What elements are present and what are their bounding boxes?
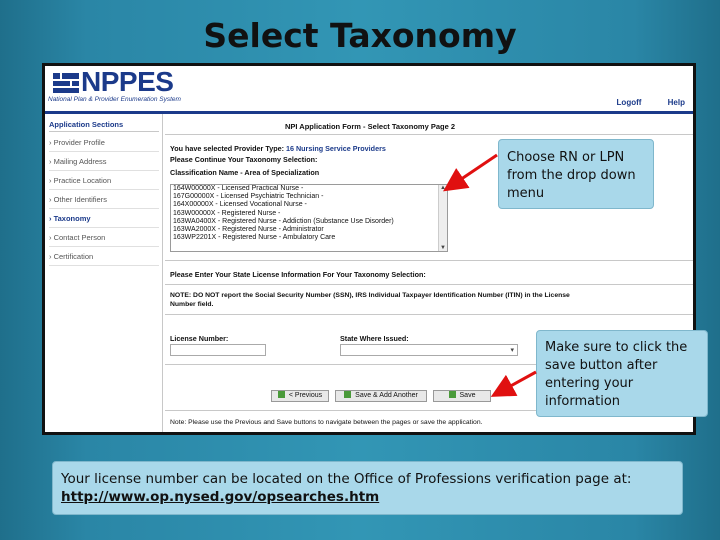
continue-text: Please Continue Your Taxonomy Selection:: [170, 155, 318, 164]
sidebar-divider: [49, 131, 159, 132]
provider-type-line: You have selected Provider Type: 16 Nurs…: [170, 144, 386, 153]
sidebar-item-label: Certification: [53, 252, 94, 261]
taxonomy-option[interactable]: 164W00000X - Licensed Practical Nurse -: [171, 185, 447, 193]
save-button[interactable]: Save: [433, 390, 491, 402]
chevron-down-icon[interactable]: ▾: [510, 346, 514, 354]
previous-button[interactable]: < Previous: [271, 390, 329, 402]
form-title: NPI Application Form - Select Taxonomy P…: [285, 122, 456, 131]
save-add-another-button[interactable]: Save & Add Another: [335, 390, 427, 402]
taxonomy-listbox[interactable]: 164W00000X - Licensed Practical Nurse - …: [170, 184, 448, 252]
sidebar-item-label: Contact Person: [53, 233, 106, 242]
previous-button-label: < Previous: [288, 392, 323, 399]
slide-title: Select Taxonomy: [203, 16, 517, 55]
state-select[interactable]: ▾: [340, 344, 518, 356]
button-icon: [344, 391, 352, 398]
taxonomy-option[interactable]: 163WP2201X - Registered Nurse - Ambulato…: [171, 234, 447, 242]
dropdown-callout: Choose RN or LPN from the drop down menu: [498, 139, 654, 209]
app-logo: NPPES: [81, 66, 174, 97]
sidebar-item-other-identifiers[interactable]: › Other Identifiers: [49, 191, 159, 209]
license-prompt: Please Enter Your State License Informat…: [170, 270, 426, 279]
divider: [165, 284, 693, 285]
sidebar-item-label: Practice Location: [53, 176, 112, 185]
button-icon: [448, 391, 456, 398]
provider-type-value: 16 Nursing Service Providers: [285, 144, 386, 153]
save-callout: Make sure to click the save button after…: [536, 330, 708, 417]
save-add-button-label: Save & Add Another: [355, 392, 418, 399]
sidebar: Application Sections › Provider Profile …: [45, 114, 163, 432]
ssn-note-2: Number field.: [170, 301, 214, 308]
taxonomy-option[interactable]: 163WA0400X - Registered Nurse - Addictio…: [171, 218, 447, 226]
bottom-note-text: Your license number can be located on th…: [61, 471, 632, 487]
taxonomy-option[interactable]: 164X00000X - Licensed Vocational Nurse -: [171, 201, 447, 209]
scroll-down-icon[interactable]: ▼: [440, 245, 446, 251]
taxonomy-option[interactable]: 167G00000X - Licensed Psychiatric Techni…: [171, 193, 447, 201]
sidebar-item-contact-person[interactable]: › Contact Person: [49, 229, 159, 247]
logoff-link[interactable]: Logoff: [617, 98, 642, 107]
sidebar-item-label: Provider Profile: [53, 138, 105, 147]
sidebar-item-taxonomy[interactable]: › Taxonomy: [49, 210, 159, 228]
provider-type-label: You have selected Provider Type:: [170, 144, 284, 153]
license-number-input[interactable]: [170, 344, 266, 356]
sidebar-item-label: Taxonomy: [53, 214, 91, 223]
sidebar-item-mailing-address[interactable]: › Mailing Address: [49, 153, 159, 171]
sidebar-title: Application Sections: [49, 120, 124, 129]
app-header: NPPES National Plan & Provider Enumerati…: [45, 66, 693, 114]
classification-label: Classification Name - Area of Specializa…: [170, 168, 320, 177]
bottom-note: Your license number can be located on th…: [52, 461, 683, 515]
button-icon: [277, 391, 285, 398]
sidebar-item-certification[interactable]: › Certification: [49, 248, 159, 266]
listbox-scrollbar[interactable]: ▲ ▼: [438, 185, 447, 251]
ssn-note: NOTE: DO NOT report the Social Security …: [170, 292, 570, 299]
nppes-logo-icon: [53, 73, 79, 93]
sidebar-item-practice-location[interactable]: › Practice Location: [49, 172, 159, 190]
verification-link[interactable]: http://www.op.nysed.gov/opsearches.htm: [61, 488, 674, 506]
footer-note: Note: Please use the Previous and Save b…: [170, 419, 483, 426]
taxonomy-option[interactable]: 163WA2000X - Registered Nurse - Administ…: [171, 226, 447, 234]
scroll-up-icon[interactable]: ▲: [440, 185, 446, 191]
state-label: State Where Issued:: [340, 334, 409, 343]
sidebar-item-label: Mailing Address: [53, 157, 107, 166]
help-link[interactable]: Help: [668, 98, 685, 107]
divider: [165, 314, 693, 315]
save-button-label: Save: [459, 392, 476, 399]
taxonomy-option[interactable]: 163W00000X - Registered Nurse -: [171, 210, 447, 218]
divider: [165, 260, 693, 261]
header-links: Logoff Help: [593, 98, 685, 107]
sidebar-item-provider-profile[interactable]: › Provider Profile: [49, 134, 159, 152]
divider: [165, 134, 693, 135]
app-subtitle: National Plan & Provider Enumeration Sys…: [48, 96, 181, 103]
sidebar-item-label: Other Identifiers: [53, 195, 107, 204]
license-number-label: License Number:: [170, 334, 229, 343]
